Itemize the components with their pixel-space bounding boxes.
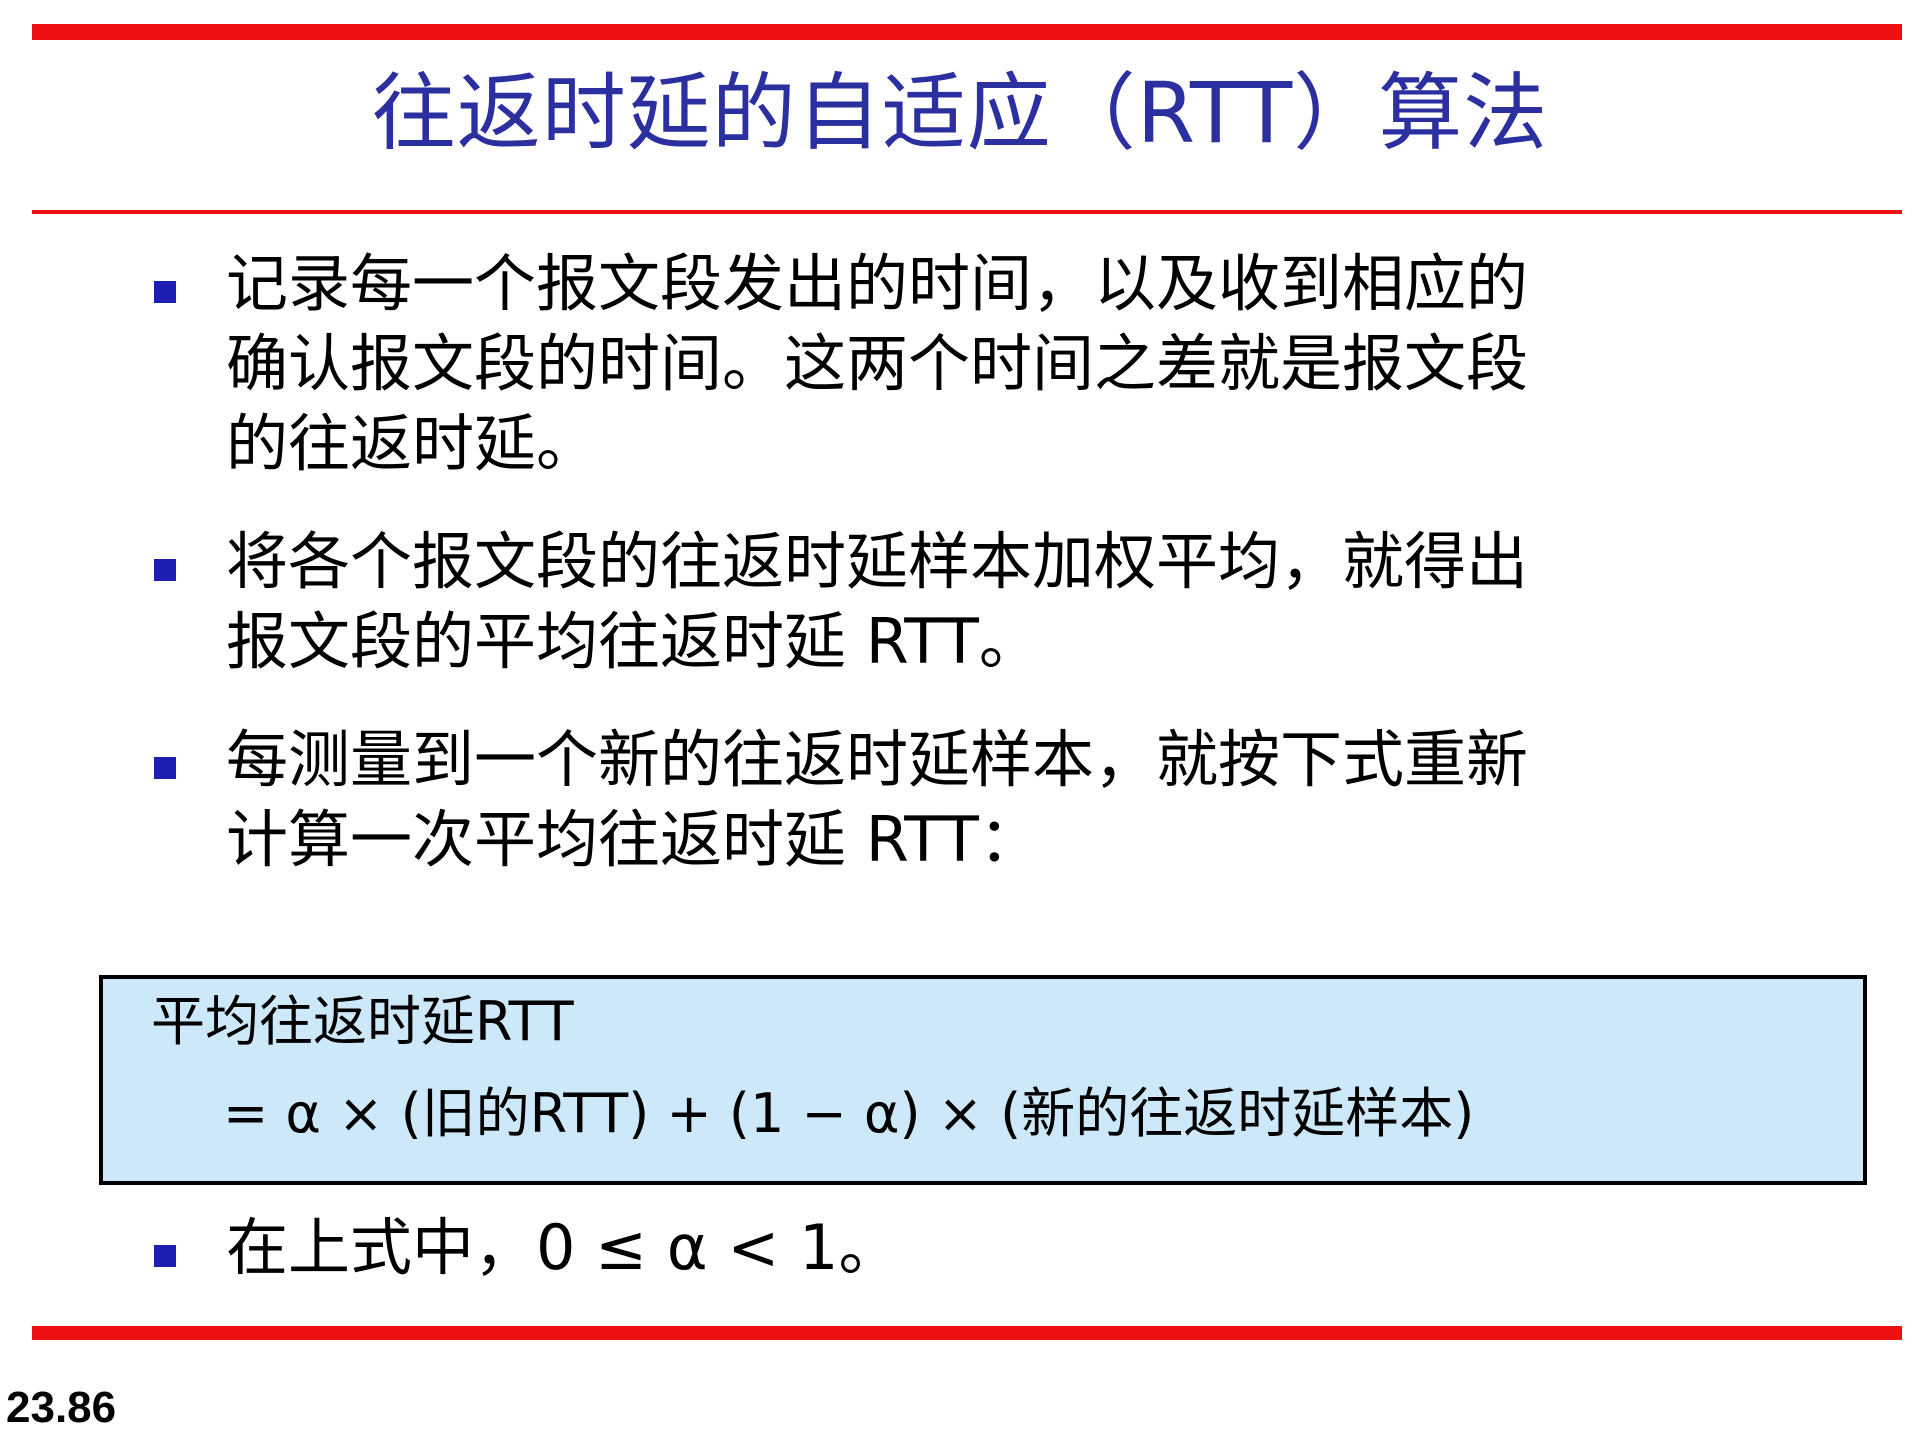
rtt-formula-box: 平均往返时延RTT = α × (旧的RTT) + (1 − α) × (新的往… <box>99 975 1867 1185</box>
bullet-line: 记录每一个报文段发出的时间，以及收到相应的 <box>226 247 1529 320</box>
bullet-line: 确认报文段的时间。这两个时间之差就是报文段 <box>226 327 1529 400</box>
square-bullet-icon <box>154 281 176 303</box>
bullet-line: 报文段的平均往返时延 RTT。 <box>226 605 1041 678</box>
bullet-item-alpha-range: 在上式中，0 ≤ α < 1。 <box>150 1208 901 1288</box>
square-bullet-icon <box>154 559 176 581</box>
bullet-item-recalculate: 每测量到一个新的往返时延样本，就按下式重新 计算一次平均往返时延 RTT： <box>150 720 1810 880</box>
square-bullet-icon <box>154 757 176 779</box>
bullet-line: 将各个报文段的往返时延样本加权平均，就得出 <box>226 525 1529 598</box>
formula-lhs: 平均往返时延RTT <box>151 990 574 1053</box>
bullet-list: 记录每一个报文段发出的时间，以及收到相应的 确认报文段的时间。这两个时间之差就是… <box>150 244 1810 918</box>
slide-title: 往返时延的自适应（RTT）算法 <box>371 64 1549 162</box>
page-number: 23.86 <box>6 1383 117 1432</box>
bullet-line: 在上式中，0 ≤ α < 1。 <box>226 1211 901 1284</box>
square-bullet-icon <box>154 1245 176 1267</box>
bullet-item-weighted-average: 将各个报文段的往返时延样本加权平均，就得出 报文段的平均往返时延 RTT。 <box>150 522 1810 682</box>
bullet-line: 的往返时延。 <box>226 407 599 480</box>
bottom-red-rule <box>32 1326 1902 1340</box>
bullet-item-record-time: 记录每一个报文段发出的时间，以及收到相应的 确认报文段的时间。这两个时间之差就是… <box>150 244 1810 484</box>
formula-rhs: = α × (旧的RTT) + (1 − α) × (新的往返时延样本) <box>223 1082 1475 1145</box>
bullet-line: 计算一次平均往返时延 RTT： <box>226 803 1041 876</box>
top-red-rule <box>32 24 1902 40</box>
title-underline-rule <box>32 210 1902 214</box>
bullet-line: 每测量到一个新的往返时延样本，就按下式重新 <box>226 723 1529 796</box>
